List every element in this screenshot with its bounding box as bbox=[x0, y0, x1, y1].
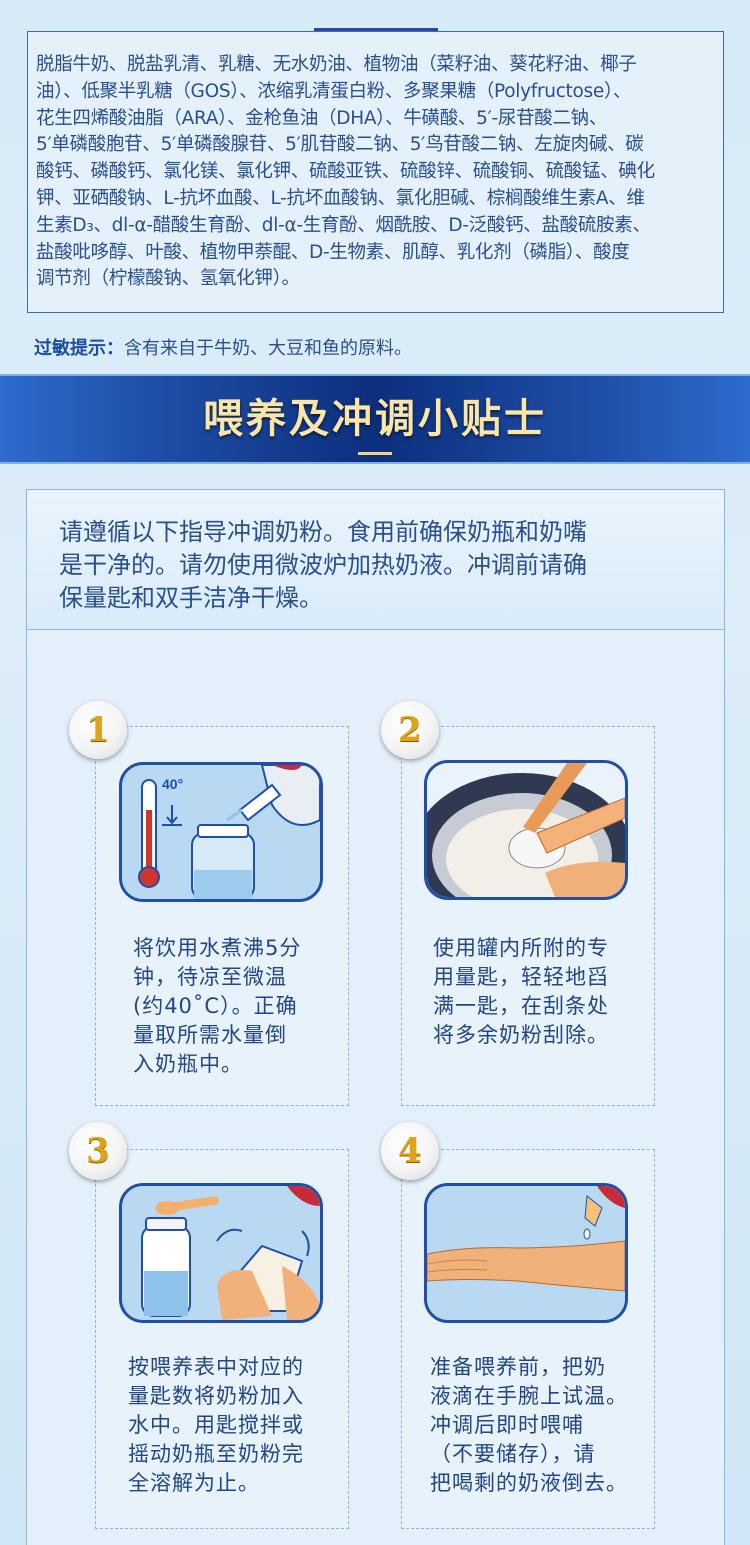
step-line: 入奶瓶中。 bbox=[133, 1052, 243, 1076]
step-number-badge: 1 bbox=[69, 701, 127, 759]
ingredients-line: 生素D₃、dl-α-醋酸生育酚、dl-α-生育酚、烟酰胺、D-泛酸钙、盐酸硫胺素… bbox=[36, 214, 651, 236]
ingredients-line: 油）、低聚半乳糖（GOS）、浓缩乳清蛋白粉、多聚果糖（Polyfructose）… bbox=[36, 80, 632, 102]
step-number-badge: 4 bbox=[381, 1122, 439, 1180]
scoop-leveling-illustration bbox=[424, 760, 628, 900]
title-underline bbox=[358, 452, 392, 455]
step-text-1: 将饮用水煮沸5分 钟，待凉至微温 (约40˚C）。正确 量取所需水量倒 入奶瓶中… bbox=[133, 934, 301, 1079]
step-line: 将饮用水煮沸5分 bbox=[133, 936, 302, 960]
tips-intro: 请遵循以下指导冲调奶粉。食用前确保奶瓶和奶嘴 是干净的。请勿使用微波炉加热奶液。… bbox=[27, 490, 724, 630]
step-number-badge: 3 bbox=[69, 1122, 127, 1180]
step-text-2: 使用罐内所附的专 用量匙，轻轻地舀 满一匙，在刮条处 将多余奶粉刮除。 bbox=[433, 934, 609, 1050]
intro-line: 是干净的。请勿使用微波炉加热奶液。冲调前请确 bbox=[59, 551, 587, 579]
ingredients-line: 脱脂牛奶、脱盐乳清、乳糖、无水奶油、植物油（菜籽油、葵花籽油、椰子 bbox=[36, 54, 637, 75]
step-text-3: 按喂养表中对应的 量匙数将奶粉加入 水中。用匙搅拌或 摇动奶瓶至奶粉完 全溶解为… bbox=[128, 1353, 304, 1498]
allergy-label: 过敏提示： bbox=[34, 338, 124, 359]
ingredients-line: 5′单磷酸胞苷、5′单磷酸腺苷、5′肌苷酸二钠、5′鸟苷酸二钠、左旋肉碱、碳 bbox=[36, 134, 644, 156]
step-line: 准备喂养前，把奶 bbox=[430, 1355, 606, 1379]
ingredients-line: 调节剂（柠檬酸钠、氢氧化钾）。 bbox=[36, 268, 300, 290]
step-line: (约40˚C）。正确 bbox=[133, 994, 298, 1018]
step-line: 全溶解为止。 bbox=[128, 1471, 260, 1495]
step-line: 水中。用匙搅拌或 bbox=[128, 1413, 304, 1437]
thermometer-kettle-bottle-illustration: 40° bbox=[119, 762, 323, 902]
step-line: 使用罐内所附的专 bbox=[433, 936, 609, 960]
step-line: 量取所需水量倒 bbox=[133, 1023, 287, 1047]
ingredients-line: 钾、亚硒酸钠、L-抗坏血酸、L-抗坏血酸钠、氯化胆碱、棕榈酸维生素A、维 bbox=[36, 187, 645, 209]
thermometer-label: 40° bbox=[162, 776, 183, 792]
step-line: 按喂养表中对应的 bbox=[128, 1355, 304, 1379]
ingredients-box: 脱脂牛奶、脱盐乳清、乳糖、无水奶油、植物油（菜籽油、葵花籽油、椰子 油）、低聚半… bbox=[27, 31, 724, 313]
step-line: 满一匙，在刮条处 bbox=[433, 994, 609, 1018]
step-line: 把喝剩的奶液倒去。 bbox=[430, 1471, 628, 1495]
section-banner: 喂养及冲调小贴士 bbox=[0, 374, 750, 464]
step-line: 摇动奶瓶至奶粉完 bbox=[128, 1442, 304, 1466]
step-line: 钟，待凉至微温 bbox=[133, 965, 287, 989]
ingredients-text: 脱脂牛奶、脱盐乳清、乳糖、无水奶油、植物油（菜籽油、葵花籽油、椰子 油）、低聚半… bbox=[36, 52, 715, 293]
ingredients-line: 盐酸吡哆醇、叶酸、植物甲萘醌、D-生物素、肌醇、乳化剂（磷脂）、酸度 bbox=[36, 241, 630, 263]
intro-line: 保量匙和双手洁净干燥。 bbox=[59, 584, 323, 612]
step-line: 用量匙，轻轻地舀 bbox=[433, 965, 609, 989]
step-line: 量匙数将奶粉加入 bbox=[128, 1384, 304, 1408]
step-line: 将多余奶粉刮除。 bbox=[433, 1023, 609, 1047]
step-line: 冲调后即时喂哺 bbox=[430, 1413, 584, 1437]
step-line: （不要储存），请 bbox=[430, 1442, 596, 1466]
allergy-notice: 过敏提示：含有来自于牛奶、大豆和鱼的原料。 bbox=[34, 334, 412, 360]
step-text-4: 准备喂养前，把奶 液滴在手腕上试温。 冲调后即时喂哺 （不要储存），请 把喝剩的… bbox=[430, 1353, 628, 1498]
ingredients-line: 酸钙、磷酸钙、氯化镁、氯化钾、硫酸亚铁、硫酸锌、硫酸铜、硫酸锰、碘化 bbox=[36, 161, 655, 183]
wrist-temperature-test-illustration bbox=[424, 1183, 628, 1323]
step-number-badge: 2 bbox=[381, 701, 439, 759]
step-line: 液滴在手腕上试温。 bbox=[430, 1384, 628, 1408]
scoop-into-bottle-shaking-illustration bbox=[119, 1183, 323, 1323]
allergy-text: 含有来自于牛奶、大豆和鱼的原料。 bbox=[124, 338, 412, 359]
ingredients-line: 花生四烯酸油脂（ARA）、金枪鱼油（DHA）、牛磺酸、5′-尿苷酸二钠、 bbox=[36, 107, 608, 129]
intro-line: 请遵循以下指导冲调奶粉。食用前确保奶瓶和奶嘴 bbox=[59, 518, 587, 546]
section-title: 喂养及冲调小贴士 bbox=[203, 396, 547, 442]
